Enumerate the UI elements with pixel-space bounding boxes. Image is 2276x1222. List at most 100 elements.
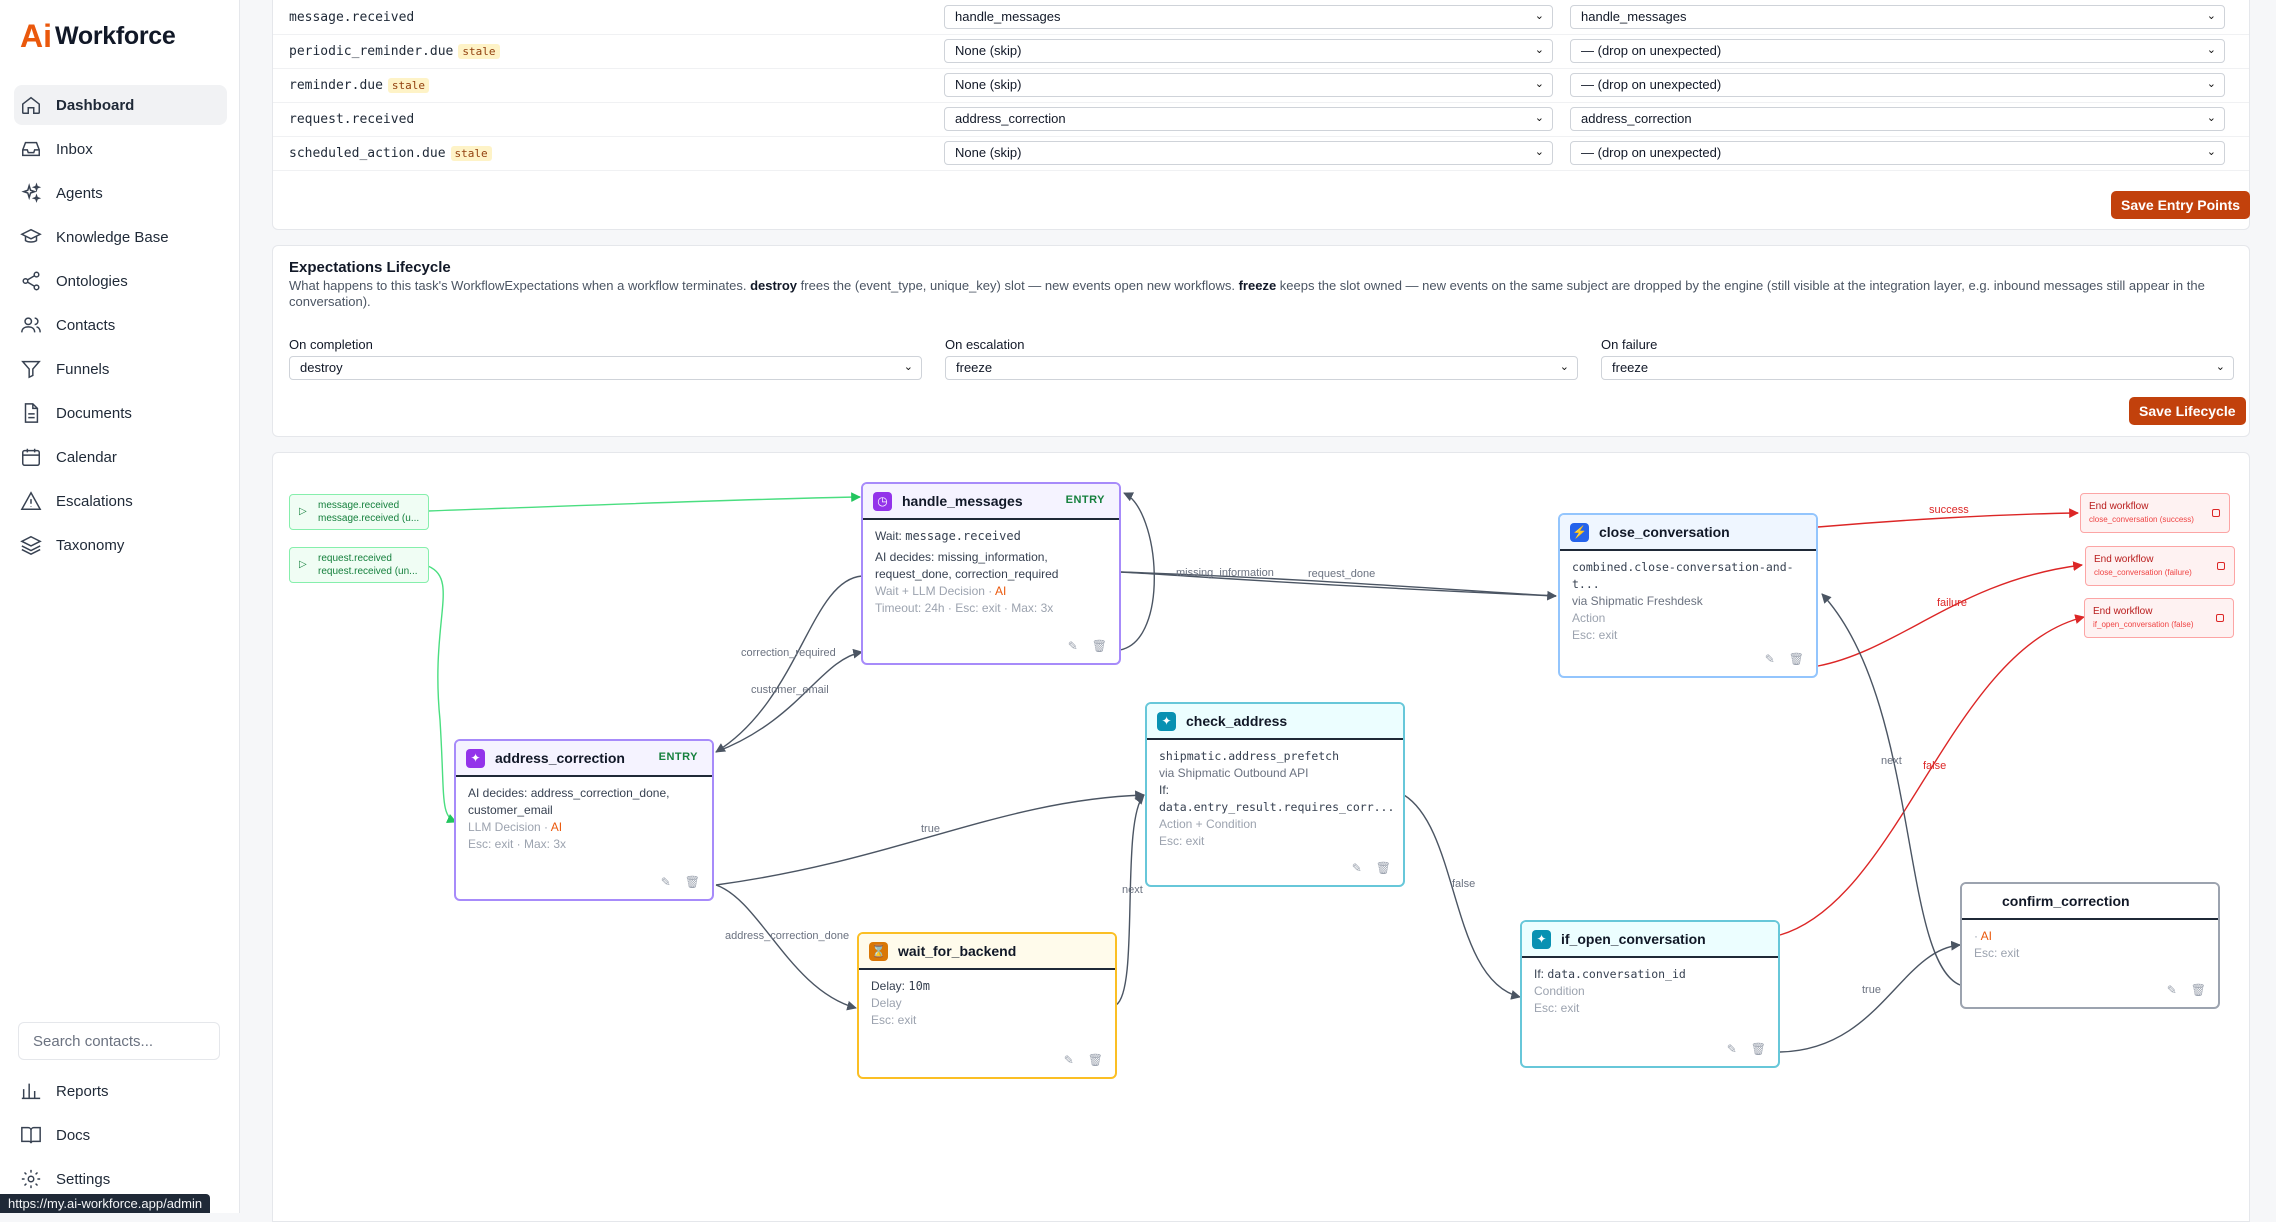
sidebar-item-dashboard[interactable]: Dashboard [14, 85, 227, 125]
node-type: Wait + LLM Decision · AI [875, 584, 1007, 598]
handler-select[interactable]: None (skip) ⌄ [944, 39, 1553, 63]
entry-point-row: request.received address_correction ⌄ add… [273, 103, 2249, 137]
trash-icon[interactable]: 🗑 [685, 875, 700, 889]
sidebar-item-agents[interactable]: Agents [14, 173, 227, 213]
select-value: — (drop on unexpected) [1581, 77, 1722, 92]
edit-icon[interactable]: ✎ [1064, 1053, 1074, 1067]
select-value: destroy [300, 360, 343, 375]
end-workflow-success[interactable]: End workflow close_conversation (success… [2080, 493, 2230, 533]
select-value: address_correction [1581, 111, 1692, 126]
node-address-correction[interactable]: ✦ address_correction ENTRY AI decides: a… [454, 739, 714, 901]
edit-icon[interactable]: ✎ [661, 875, 671, 889]
select-value: None (skip) [955, 43, 1022, 58]
handler-select[interactable]: handle_messages ⌄ [944, 5, 1553, 29]
desc-part: What happens to this task's WorkflowExpe… [289, 278, 747, 293]
node-close-conversation[interactable]: ⚡ close_conversation combined.close-conv… [1558, 513, 1818, 678]
sidebar-item-ontologies[interactable]: Ontologies [14, 261, 227, 301]
lifecycle-title: Expectations Lifecycle [289, 259, 451, 276]
end-workflow-false[interactable]: End workflow if_open_conversation (false… [2084, 598, 2234, 638]
node-confirm-correction[interactable]: confirm_correction · AI Esc: exit ✎ 🗑 [1960, 882, 2220, 1009]
node-meta: Timeout: 24h · Esc: exit · Max: 3x [875, 601, 1054, 615]
edge-label: true [921, 823, 940, 835]
wait-label: Wait: [875, 529, 902, 543]
trash-icon[interactable]: 🗑 [1376, 861, 1391, 875]
node-header: ◷ handle_messages ENTRY [863, 484, 1119, 520]
trigger-request-received[interactable]: ▷ request.received request.received (un.… [289, 547, 429, 583]
sidebar-item-knowledge-base[interactable]: Knowledge Base [14, 217, 227, 257]
entry-point-row: scheduled_action.due stale None (skip) ⌄ —… [273, 137, 2249, 171]
sidebar-item-contacts[interactable]: Contacts [14, 305, 227, 345]
trash-icon[interactable]: 🗑 [2191, 983, 2206, 997]
event-label: scheduled_action.due [289, 146, 446, 161]
node-tools: ✎ 🗑 [1765, 652, 1804, 666]
save-entry-points-button[interactable]: Save Entry Points [2111, 191, 2251, 219]
handler-select[interactable]: None (skip) ⌄ [944, 141, 1553, 165]
edit-icon[interactable]: ✎ [1765, 652, 1775, 666]
end-title: End workflow [2094, 554, 2154, 565]
node-action: combined.close-conversation-and-t... [1572, 560, 1794, 591]
edge-label: success [1929, 504, 1969, 516]
bolt-icon: ✦ [1157, 711, 1176, 731]
sidebar-item-inbox[interactable]: Inbox [14, 129, 227, 169]
node-action: shipmatic.address_prefetch [1159, 749, 1340, 763]
edit-icon[interactable]: ✎ [1068, 639, 1078, 653]
node-handle-messages[interactable]: ◷ handle_messages ENTRY Wait: message.re… [861, 482, 1121, 665]
sidebar-item-escalations[interactable]: Escalations [14, 481, 227, 521]
sidebar-item-docs[interactable]: Docs [14, 1115, 227, 1155]
desc-destroy: destroy [750, 278, 798, 293]
fallback-select[interactable]: — (drop on unexpected) ⌄ [1570, 73, 2225, 97]
fallback-select[interactable]: — (drop on unexpected) ⌄ [1570, 39, 2225, 63]
sidebar-item-funnels[interactable]: Funnels [14, 349, 227, 389]
layers-icon [20, 535, 42, 555]
book-icon [21, 1126, 41, 1144]
if-value: data.entry_result.requires_corr... [1159, 800, 1395, 814]
edit-icon[interactable]: ✎ [1727, 1042, 1737, 1056]
handler-select[interactable]: None (skip) ⌄ [944, 73, 1553, 97]
on-failure-label: On failure [1601, 337, 1658, 352]
trash-icon[interactable]: 🗑 [1789, 652, 1804, 666]
on-failure-select[interactable]: freeze ⌄ [1601, 356, 2234, 380]
node-if-open-conversation[interactable]: ✦ if_open_conversation If: data.conversa… [1520, 920, 1780, 1068]
on-completion-select[interactable]: destroy ⌄ [289, 356, 922, 380]
select-value: handle_messages [955, 9, 1061, 24]
on-escalation-select[interactable]: freeze ⌄ [945, 356, 1578, 380]
fallback-select[interactable]: handle_messages ⌄ [1570, 5, 2225, 29]
node-name: close_conversation [1599, 524, 1730, 540]
sidebar-item-label: Inbox [56, 140, 93, 158]
node-meta: Esc: exit [1534, 1001, 1580, 1015]
node-check-address[interactable]: ✦ check_address shipmatic.address_prefet… [1145, 702, 1405, 887]
end-workflow-failure[interactable]: End workflow close_conversation (failure… [2085, 546, 2235, 586]
edit-icon[interactable]: ✎ [2167, 983, 2177, 997]
node-name: check_address [1186, 713, 1288, 729]
trash-icon[interactable]: 🗑 [1092, 639, 1107, 653]
sidebar-item-reports[interactable]: Reports [14, 1071, 227, 1111]
event-name: message.received [289, 10, 414, 25]
trigger-message-received[interactable]: ▷ message.received message.received (u..… [289, 494, 429, 530]
edit-icon[interactable]: ✎ [1352, 861, 1362, 875]
sidebar-item-label: Calendar [56, 448, 117, 466]
select-value: address_correction [955, 111, 1066, 126]
edge-label: failure [1937, 597, 1967, 609]
node-decides: AI decides: missing_information, request… [875, 550, 1059, 581]
sidebar-item-taxonomy[interactable]: Taxonomy [14, 525, 227, 565]
sidebar-item-settings[interactable]: Settings [14, 1159, 227, 1199]
sidebar-item-label: Agents [56, 184, 103, 202]
logo-ai-mark: Ai [20, 17, 52, 54]
fallback-select[interactable]: address_correction ⌄ [1570, 107, 2225, 131]
sidebar-item-documents[interactable]: Documents [14, 393, 227, 433]
save-lifecycle-button[interactable]: Save Lifecycle [2129, 397, 2246, 425]
sidebar-item-calendar[interactable]: Calendar [14, 437, 227, 477]
trash-icon[interactable]: 🗑 [1088, 1053, 1103, 1067]
node-name: if_open_conversation [1561, 931, 1706, 947]
fallback-select[interactable]: — (drop on unexpected) ⌄ [1570, 141, 2225, 165]
select-value: None (skip) [955, 77, 1022, 92]
trigger-line: request.received [318, 553, 392, 564]
desc-part: frees the (event_type, unique_key) slot … [800, 278, 1235, 293]
node-wait-for-backend[interactable]: ⌛ wait_for_backend Delay: 10m Delay Esc:… [857, 932, 1117, 1079]
handler-select[interactable]: address_correction ⌄ [944, 107, 1553, 131]
node-name: handle_messages [902, 493, 1023, 509]
trash-icon[interactable]: 🗑 [1751, 1042, 1766, 1056]
search-contacts-input[interactable] [18, 1022, 220, 1060]
sidebar-item-label: Escalations [56, 492, 133, 510]
app-logo[interactable]: Ai Workforce [20, 17, 176, 54]
